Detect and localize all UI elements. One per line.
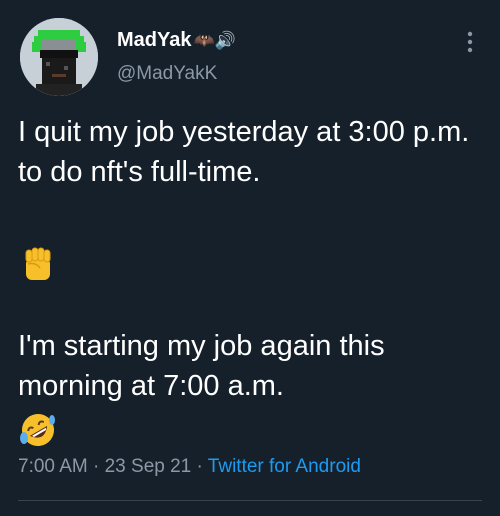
fist-emoji-icon [18,244,58,284]
meta-separator: · [87,456,105,477]
rolling-laughing-emoji-icon [18,410,58,450]
avatar[interactable] [20,18,98,96]
display-name[interactable]: MadYak 🦇🔊 [117,28,236,53]
more-options-button[interactable] [458,30,482,54]
user-handle[interactable]: @MadYakK [117,62,217,86]
display-name-text: MadYak [117,29,192,51]
name-emoji: 🦇🔊 [193,31,236,50]
tweet-source-link[interactable]: Twitter for Android [208,456,361,477]
divider [18,500,482,501]
tweet-meta: 7:00 AM · 23 Sep 21 · Twitter for Androi… [18,454,361,480]
tweet-date[interactable]: 23 Sep 21 [105,456,192,477]
pixel-avatar-icon [20,18,98,96]
tweet-text-paragraph-1: I quit my job yesterday at 3:00 p.m. to … [18,116,470,188]
tweet-card: MadYak 🦇🔊 @MadYakK I quit my job yesterda… [0,0,500,516]
meta-separator: · [191,456,208,477]
tweet-time[interactable]: 7:00 AM [18,456,88,477]
more-vertical-icon [467,31,473,53]
tweet-text-paragraph-2: I'm starting my job again this morning a… [18,330,385,402]
